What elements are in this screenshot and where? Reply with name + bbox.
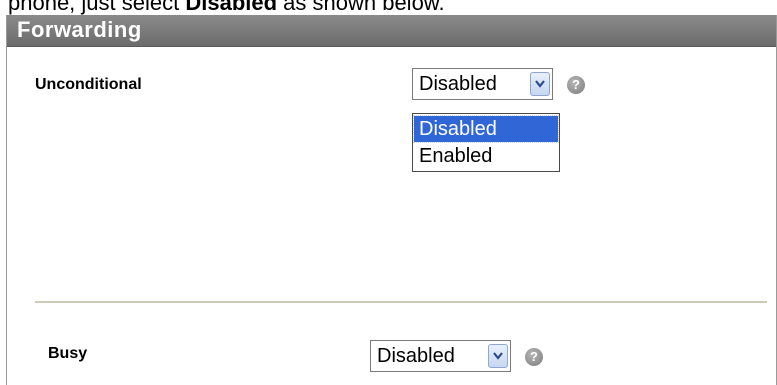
option-disabled[interactable]: Disabled	[413, 115, 559, 143]
unconditional-selected-value: Disabled	[419, 73, 497, 95]
panel-title: Forwarding	[17, 17, 142, 42]
busy-label: Busy	[48, 345, 88, 362]
chevron-down-icon[interactable]	[530, 72, 550, 96]
unconditional-label: Unconditional	[35, 76, 142, 93]
busy-selected-value: Disabled	[377, 345, 455, 367]
instruction-emphasis: Disabled	[185, 0, 278, 15]
instruction-text: phone, just select Disabled as shown bel…	[8, 0, 445, 16]
help-icon[interactable]: ?	[567, 76, 585, 94]
panel-header: Forwarding	[7, 15, 776, 47]
forwarding-panel: Forwarding	[6, 15, 777, 385]
busy-select[interactable]: Disabled	[370, 340, 511, 372]
chevron-down-icon[interactable]	[488, 344, 508, 368]
section-divider	[35, 301, 767, 303]
help-icon[interactable]: ?	[525, 348, 543, 366]
unconditional-select[interactable]: Disabled	[412, 68, 553, 100]
option-enabled[interactable]: Enabled	[414, 143, 558, 169]
unconditional-options-list[interactable]: Disabled Enabled	[412, 113, 560, 172]
